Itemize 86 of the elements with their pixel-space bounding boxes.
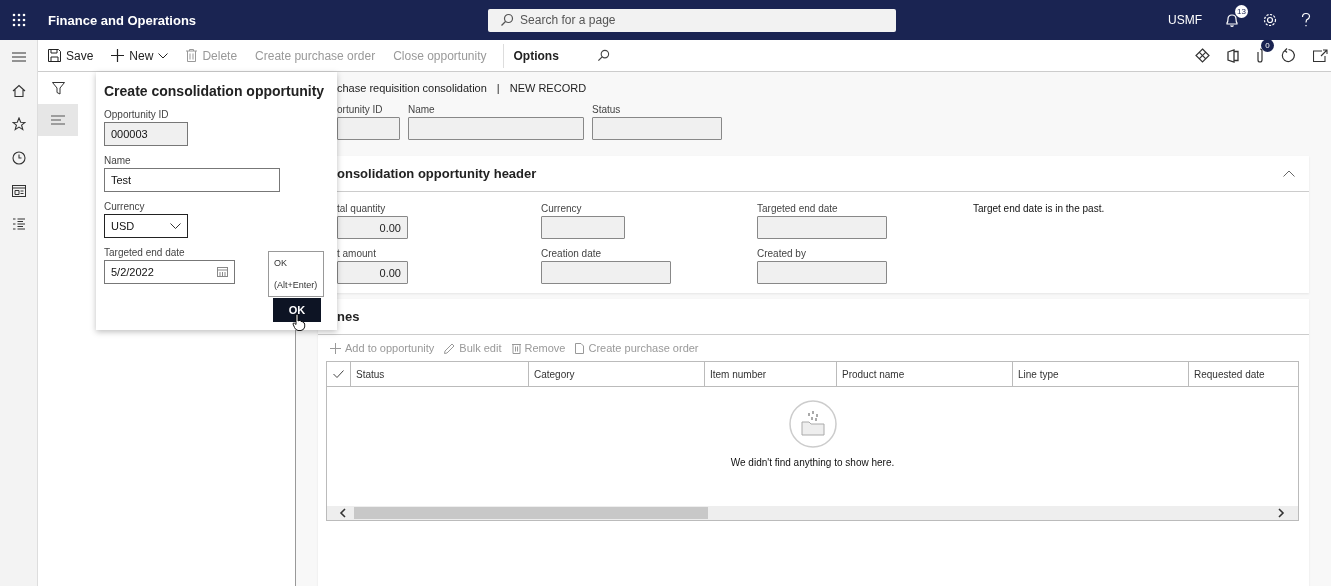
date-field[interactable]: 5/2/2022 <box>104 260 235 284</box>
bell-icon[interactable] <box>1224 12 1240 28</box>
input-field[interactable] <box>541 216 625 239</box>
tooltip-title: OK <box>274 258 288 268</box>
pop-out-icon[interactable] <box>1313 49 1328 62</box>
input-field[interactable] <box>757 216 887 239</box>
section-title: onsolidation opportunity header <box>337 166 537 181</box>
paperclip-icon[interactable] <box>1256 48 1264 63</box>
field-label: Opportunity ID <box>104 109 170 120</box>
list-toggle-button[interactable] <box>38 104 78 136</box>
star-icon[interactable] <box>11 117 26 131</box>
diamond-icon[interactable] <box>1195 48 1210 63</box>
dialog-title: Create consolidation opportunity <box>104 83 326 99</box>
column-header[interactable]: Item number <box>704 362 836 386</box>
input-field[interactable] <box>408 117 584 140</box>
column-header[interactable]: Line type <box>1012 362 1188 386</box>
input-field[interactable] <box>541 261 671 284</box>
field-label: Status <box>592 104 622 115</box>
save-icon <box>48 49 61 62</box>
chevron-icon[interactable] <box>1283 170 1295 177</box>
field-label: tal quantity <box>337 203 387 214</box>
settings-icon[interactable] <box>1262 12 1278 28</box>
column-header[interactable]: Status <box>350 362 528 386</box>
home-icon[interactable] <box>11 84 26 98</box>
field-label: Targeted end date <box>104 247 186 258</box>
input-field[interactable]: 000003 <box>104 122 188 146</box>
input-field[interactable] <box>757 261 887 284</box>
checkmark-icon <box>333 370 344 378</box>
pencil-icon <box>444 342 456 354</box>
column-header[interactable]: Category <box>528 362 704 386</box>
command-button[interactable]: Save <box>46 41 102 70</box>
office-icon[interactable] <box>1227 48 1239 63</box>
workspace-icon[interactable] <box>11 185 26 197</box>
field-label: Currency <box>541 203 583 214</box>
input-field[interactable]: 0.00 <box>337 216 408 239</box>
field-label: Created by <box>757 248 807 259</box>
chevron-down-icon <box>170 223 181 229</box>
scroll-left-icon[interactable] <box>339 508 346 518</box>
document-icon <box>575 342 585 354</box>
warning-message: Target end date is in the past. <box>973 203 1106 214</box>
input-field[interactable] <box>337 117 400 140</box>
plus-icon <box>330 342 341 354</box>
empty-folder-icon <box>788 400 837 448</box>
breadcrumb-separator: | <box>496 82 500 94</box>
field-label: Name <box>408 104 436 115</box>
app-launcher-icon[interactable] <box>12 13 26 27</box>
filter-icon[interactable] <box>51 82 65 95</box>
field-label: Creation date <box>541 248 603 259</box>
field-label: Name <box>104 155 132 166</box>
command-button[interactable]: New <box>109 41 177 70</box>
horizontal-scrollbar[interactable] <box>327 506 1298 520</box>
column-header[interactable]: Product name <box>836 362 1012 386</box>
column-header[interactable]: Requested date <box>1188 362 1298 386</box>
clock-icon[interactable] <box>11 151 26 165</box>
menu-icon[interactable] <box>11 51 26 63</box>
app-title: Finance and Operations <box>48 12 197 28</box>
field-label: Currency <box>104 201 146 212</box>
calendar-icon[interactable] <box>217 267 228 277</box>
field-label: t amount <box>337 248 377 259</box>
trash-icon <box>186 49 198 62</box>
section-title: nes <box>337 309 360 324</box>
search-icon[interactable] <box>596 49 610 62</box>
dropdown-field[interactable]: USD <box>104 214 188 238</box>
refresh-icon[interactable] <box>1281 48 1296 63</box>
empty-message: We didn't find anything to show here. <box>730 457 895 468</box>
input-field[interactable]: 0.00 <box>337 261 408 284</box>
breadcrumb: chase requisition consolidation <box>337 82 487 94</box>
record-state: NEW RECORD <box>509 82 587 94</box>
lines-icon <box>51 115 65 125</box>
input-field[interactable]: Test <box>104 168 280 192</box>
scroll-right-icon[interactable] <box>1278 508 1285 518</box>
command-button[interactable]: Options <box>511 41 567 70</box>
chevron-down-icon <box>158 52 169 59</box>
field-label: ortunity ID <box>337 104 384 115</box>
plus-icon <box>111 49 125 62</box>
field-label: Targeted end date <box>757 203 839 214</box>
company-label[interactable]: USMF <box>1168 13 1202 27</box>
search-icon <box>500 12 515 27</box>
trash-icon <box>511 342 521 354</box>
input-field[interactable] <box>592 117 722 140</box>
help-icon[interactable] <box>1300 12 1312 28</box>
tooltip-shortcut: (Alt+Enter) <box>274 280 319 290</box>
list-icon[interactable] <box>11 217 26 231</box>
ok-button[interactable]: OK <box>273 298 321 322</box>
notification-badge: 13 <box>1235 5 1248 18</box>
search-field[interactable]: Search for a page <box>488 8 897 32</box>
